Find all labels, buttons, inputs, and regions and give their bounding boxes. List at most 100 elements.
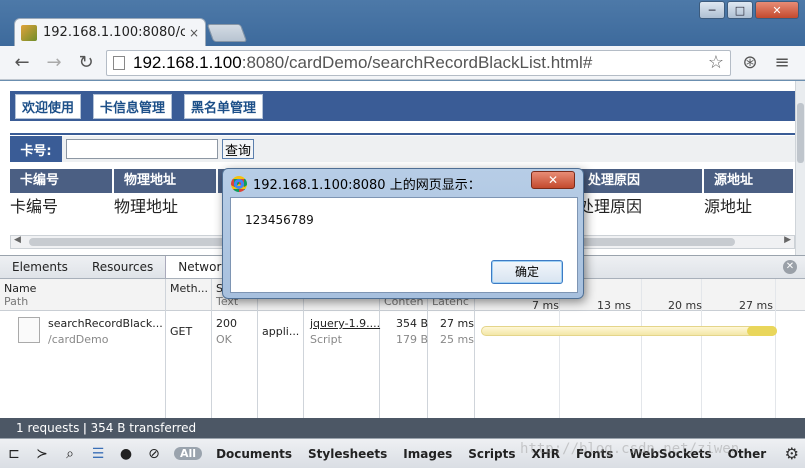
record-icon[interactable]: ● — [112, 446, 140, 462]
tab-title: 192.168.1.100:8080/card — [43, 25, 185, 40]
gear-icon[interactable]: ⚙ — [785, 444, 799, 463]
col-method[interactable]: Meth... — [166, 279, 212, 435]
timeline-bar[interactable] — [481, 326, 777, 336]
col-time[interactable]: Latenc — [428, 279, 475, 435]
maximize-button[interactable]: □ — [727, 1, 753, 19]
col-size[interactable]: Conten — [380, 279, 428, 435]
dialog-title-bar: 192.168.1.100:8080 上的网页显示： — [231, 174, 481, 193]
file-icon — [18, 317, 40, 343]
cell-card-id: 卡编号 — [10, 197, 59, 216]
filter-stylesheets[interactable]: Stylesheets — [300, 447, 395, 461]
timeline-tick: 20 ms — [668, 299, 702, 312]
dock-icon[interactable]: ⊏ — [0, 446, 28, 462]
filter-scripts[interactable]: Scripts — [460, 447, 523, 461]
tab-elements[interactable]: Elements — [0, 256, 80, 278]
request-time: 27 ms — [440, 317, 474, 330]
nav-divider — [10, 133, 795, 135]
col-card-id: 卡编号 — [10, 169, 114, 193]
timeline-tick: 7 ms — [532, 299, 559, 312]
minimize-button[interactable]: ─ — [699, 1, 725, 19]
close-window-button[interactable]: ✕ — [755, 1, 799, 19]
filter-images[interactable]: Images — [395, 447, 460, 461]
request-status: 200 — [216, 317, 237, 330]
timeline-gridline — [641, 279, 642, 435]
forward-arrow-icon[interactable]: → — [42, 52, 66, 73]
col-status[interactable]: S Text — [212, 279, 258, 435]
timeline: 7 ms 13 ms 20 ms 27 ms — [475, 279, 805, 435]
devtools-close-icon[interactable]: ✕ — [783, 260, 797, 274]
col-mac-address: 物理地址 — [114, 169, 218, 193]
list-view-icon[interactable]: ☰ — [84, 446, 112, 462]
nav-blacklist[interactable]: 黑名单管理 — [184, 93, 264, 119]
watermark: http://blog.csdn.net/ziwen — [520, 441, 740, 457]
request-path: /cardDemo — [48, 333, 109, 346]
cell-reason: 处理原因 — [578, 197, 643, 216]
scroll-left-icon[interactable]: ◀ — [14, 235, 21, 245]
timeline-receive — [747, 326, 777, 336]
network-status: 1 requests ǀ 354 B transferred — [0, 418, 805, 438]
dialog-body: 123456789 确定 — [230, 197, 578, 293]
chrome-icon — [231, 175, 247, 192]
window-buttons: ─ □ ✕ — [699, 1, 799, 19]
browser-toolbar: ← → ↻ 192.168.1.100 :8080/cardDemo/searc… — [0, 46, 805, 80]
request-type: appli... — [262, 325, 300, 338]
tab-favicon-icon — [21, 24, 37, 41]
col-reason: 处理原因 — [578, 169, 704, 193]
url-host: 192.168.1.100 — [133, 52, 242, 72]
timeline-tick: 27 ms — [739, 299, 773, 312]
card-number-input[interactable] — [66, 139, 218, 159]
reload-icon[interactable]: ↻ — [74, 52, 98, 73]
cell-source-address: 源地址 — [704, 197, 753, 216]
top-nav: 欢迎使用 卡信息管理 黑名单管理 — [10, 91, 795, 121]
back-arrow-icon[interactable]: ← — [10, 52, 34, 73]
request-method: GET — [170, 325, 193, 338]
vertical-scroll-thumb[interactable] — [797, 103, 804, 163]
nav-card-info[interactable]: 卡信息管理 — [93, 93, 173, 119]
filter-all[interactable]: All — [174, 447, 203, 460]
browser-tab[interactable]: 192.168.1.100:8080/card × — [14, 18, 206, 46]
cell-mac-address: 物理地址 — [114, 197, 179, 216]
page-icon — [113, 55, 125, 70]
query-button[interactable]: 查询 — [222, 139, 255, 159]
timeline-gridline — [775, 279, 776, 435]
tab-close-icon[interactable]: × — [189, 26, 199, 40]
address-bar[interactable]: 192.168.1.100 :8080/cardDemo/searchRecor… — [106, 49, 731, 76]
col-name[interactable]: Name Path — [0, 279, 166, 435]
timeline-gridline — [559, 279, 560, 435]
card-number-label: 卡号: — [10, 136, 62, 162]
col-name-title: Name — [4, 282, 37, 295]
search-icon[interactable]: ⌕ — [56, 446, 84, 462]
request-size: 354 B — [396, 317, 429, 330]
search-bar: 卡号: 查询 — [10, 136, 795, 162]
ok-button[interactable]: 确定 — [491, 260, 563, 284]
scroll-right-icon[interactable]: ▶ — [784, 235, 791, 245]
col-initiator[interactable] — [304, 279, 380, 435]
console-icon[interactable]: ≻ — [28, 446, 56, 462]
col-method-title: Meth... — [170, 282, 209, 295]
url-path: :8080/cardDemo/searchRecordBlackList.htm… — [241, 52, 593, 72]
col-name-subtitle: Path — [4, 295, 29, 308]
col-type[interactable] — [258, 279, 304, 435]
alert-dialog: 192.168.1.100:8080 上的网页显示： ✕ 123456789 确… — [222, 168, 584, 299]
vertical-scrollbar[interactable] — [795, 81, 805, 255]
col-source-address: 源地址 — [704, 169, 795, 193]
tab-resources[interactable]: Resources — [80, 256, 165, 278]
extension-icon[interactable]: ⊛ — [737, 52, 763, 73]
dialog-message: 123456789 — [245, 213, 314, 227]
new-tab-button[interactable] — [206, 24, 248, 42]
request-latency: 25 ms — [440, 333, 474, 346]
request-initiator-type: Script — [310, 333, 342, 346]
timeline-tick: 13 ms — [597, 299, 631, 312]
dialog-close-button[interactable]: ✕ — [531, 171, 575, 189]
request-initiator[interactable]: jquery-1.9.... — [310, 317, 380, 330]
bookmark-star-icon[interactable]: ☆ — [708, 52, 724, 73]
filter-documents[interactable]: Documents — [208, 447, 300, 461]
window-titlebar: 192.168.1.100:8080/card × ─ □ ✕ — [0, 0, 805, 46]
request-name: searchRecordBlack... — [48, 317, 163, 330]
clear-icon[interactable]: ⊘ — [140, 446, 168, 462]
request-content: 179 B — [396, 333, 429, 346]
dialog-title: 192.168.1.100:8080 上的网页显示： — [253, 178, 481, 193]
nav-welcome[interactable]: 欢迎使用 — [15, 93, 82, 119]
menu-icon[interactable]: ≡ — [769, 52, 795, 73]
request-status-text: OK — [216, 333, 232, 346]
